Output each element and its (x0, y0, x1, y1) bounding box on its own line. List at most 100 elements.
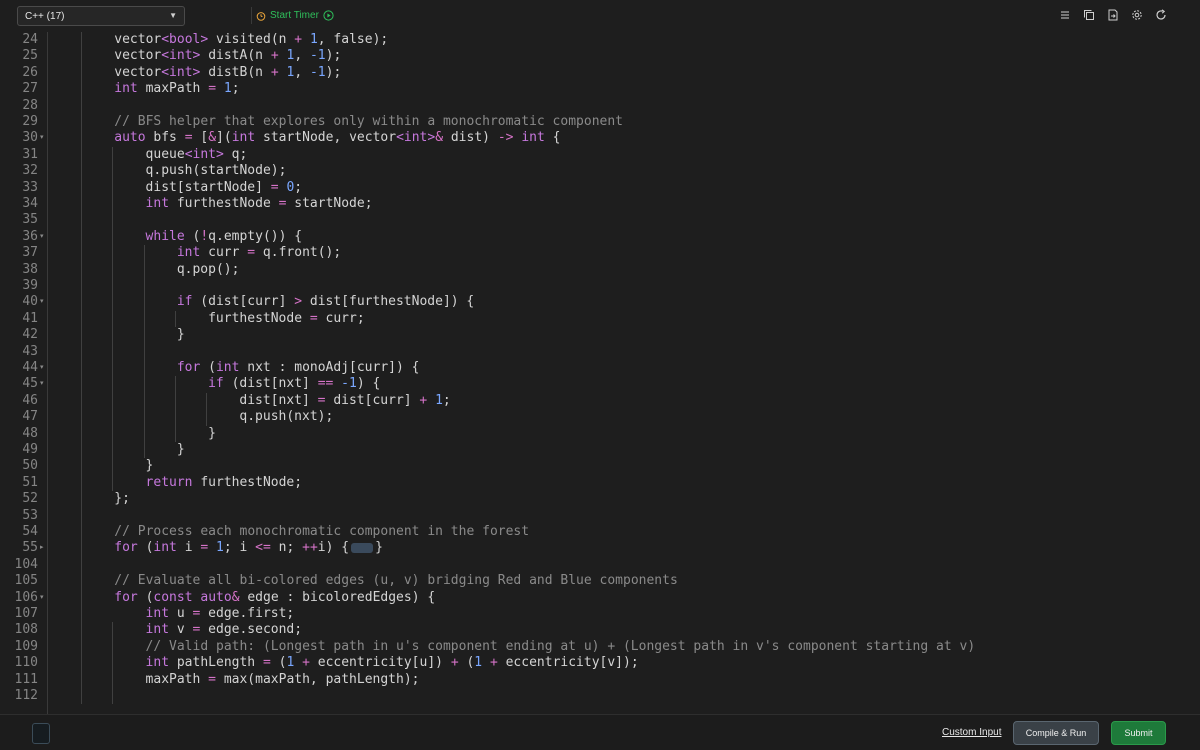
line-number: 108 (14, 622, 38, 638)
copy-icon[interactable] (1082, 8, 1096, 22)
bottom-action-bar: Custom Input Compile & Run Submit (0, 714, 1200, 750)
line-number: 48 (22, 425, 38, 441)
line-number: 38 (22, 261, 38, 277)
format-lines-icon[interactable] (1058, 8, 1072, 22)
line-number: 53 (22, 507, 38, 523)
fold-collapse-icon[interactable]: ▾ (40, 130, 44, 146)
fold-collapse-icon[interactable]: ▾ (40, 376, 44, 392)
code-line[interactable]: if (dist[curr] > dist[furthestNode]) { (53, 294, 1200, 310)
code-line[interactable]: for (const auto& edge : bicoloredEdges) … (53, 590, 1200, 606)
code-line[interactable]: int v = edge.second; (53, 622, 1200, 638)
code-line[interactable]: for (int nxt : monoAdj[curr]) { (53, 360, 1200, 376)
code-line[interactable]: auto bfs = [&](int startNode, vector<int… (53, 130, 1200, 146)
line-number: 36 (22, 228, 38, 244)
code-line[interactable]: } (53, 426, 1200, 442)
indent-guide (112, 146, 114, 492)
editor-toolbar: C++ (17) ▼ Start Timer (0, 0, 1200, 32)
play-circle-icon (323, 10, 334, 21)
code-editor[interactable]: 24 25 26 27 28 29 30 ▾ 31 32 33 34 35 36 ▾ 37 38 39 40 ▾ 41 4… (0, 32, 1200, 714)
code-line[interactable]: int curr = q.front(); (53, 245, 1200, 261)
fold-collapse-icon[interactable]: ▾ (40, 294, 44, 310)
code-line[interactable]: return furthestNode; (53, 475, 1200, 491)
code-line[interactable]: if (dist[nxt] == -1) { (53, 376, 1200, 392)
import-file-icon[interactable] (1106, 8, 1120, 22)
code-line[interactable] (53, 212, 1200, 228)
code-line[interactable]: q.push(startNode); (53, 163, 1200, 179)
code-line[interactable]: // Process each monochromatic component … (53, 524, 1200, 540)
line-number: 104 (14, 556, 38, 572)
code-line[interactable]: // BFS helper that explores only within … (53, 114, 1200, 130)
line-number: 55 (22, 540, 38, 556)
start-timer-button[interactable]: Start Timer (251, 7, 334, 24)
settings-gear-icon[interactable] (1130, 8, 1144, 22)
code-line[interactable]: q.pop(); (53, 262, 1200, 278)
submit-button[interactable]: Submit (1111, 721, 1166, 745)
line-number: 24 (22, 32, 38, 47)
reset-refresh-icon[interactable] (1154, 8, 1168, 22)
line-number: 32 (22, 163, 38, 179)
line-number: 49 (22, 442, 38, 457)
code-line[interactable]: }; (53, 491, 1200, 507)
line-number: 107 (14, 606, 38, 621)
code-line[interactable]: furthestNode = curr; (53, 311, 1200, 327)
line-number: 111 (14, 671, 38, 687)
custom-input-link[interactable]: Custom Input (942, 727, 1001, 738)
line-number: 39 (22, 278, 38, 293)
code-line[interactable]: int furthestNode = startNode; (53, 196, 1200, 212)
code-line[interactable] (53, 508, 1200, 524)
editor-actions (1058, 8, 1168, 22)
code-line[interactable]: int maxPath = 1; (53, 81, 1200, 97)
compile-run-button[interactable]: Compile & Run (1013, 721, 1099, 745)
code-line[interactable]: // Evaluate all bi-colored edges (u, v) … (53, 573, 1200, 589)
line-number: 112 (14, 688, 38, 703)
indent-guide (81, 32, 82, 705)
indent-guide (174, 376, 176, 442)
code-line[interactable]: } (53, 327, 1200, 343)
line-number: 43 (22, 343, 38, 359)
line-number: 51 (22, 474, 38, 490)
code-line[interactable]: while (!q.empty()) { (53, 229, 1200, 245)
fold-expand-icon[interactable]: ▸ (40, 540, 44, 556)
code-line[interactable] (53, 557, 1200, 573)
line-number: 47 (22, 409, 38, 425)
code-line[interactable]: for (int i = 1; i <= n; ++i) {} (53, 540, 1200, 556)
code-line[interactable]: // Valid path: (Longest path in u's comp… (53, 639, 1200, 655)
code-line[interactable] (53, 344, 1200, 360)
fold-collapse-icon[interactable]: ▾ (40, 590, 44, 606)
line-number: 44 (22, 360, 38, 375)
code-line[interactable]: } (53, 458, 1200, 474)
line-number: 33 (22, 179, 38, 195)
line-number: 105 (14, 573, 38, 589)
chevron-down-icon: ▼ (169, 11, 177, 20)
code-line[interactable]: int u = edge.first; (53, 606, 1200, 622)
clock-icon (256, 11, 266, 21)
code-line[interactable]: dist[nxt] = dist[curr] + 1; (53, 393, 1200, 409)
indent-guide (112, 622, 114, 705)
code-line[interactable] (53, 688, 1200, 704)
fold-collapse-icon[interactable]: ▾ (40, 360, 44, 376)
code-line[interactable]: maxPath = max(maxPath, pathLength); (53, 672, 1200, 688)
code-line[interactable] (53, 98, 1200, 114)
code-line[interactable]: dist[startNode] = 0; (53, 180, 1200, 196)
console-toggle-icon[interactable] (32, 723, 50, 744)
code-line[interactable] (53, 278, 1200, 294)
line-number: 35 (22, 212, 38, 228)
fold-collapse-icon[interactable]: ▾ (40, 229, 44, 245)
line-number: 31 (22, 146, 38, 162)
line-number: 28 (22, 97, 38, 113)
language-select[interactable]: C++ (17) ▼ (17, 6, 185, 26)
code-line[interactable]: } (53, 442, 1200, 458)
code-line[interactable]: int pathLength = (1 + eccentricity[u]) +… (53, 655, 1200, 671)
code-line[interactable]: vector<int> distA(n + 1, -1); (53, 48, 1200, 64)
code-line[interactable]: q.push(nxt); (53, 409, 1200, 425)
code-line[interactable]: vector<int> distB(n + 1, -1); (53, 65, 1200, 81)
line-number: 42 (22, 327, 38, 343)
line-number: 109 (14, 638, 38, 654)
indent-guide (206, 392, 208, 426)
line-number: 54 (22, 524, 38, 539)
line-number: 26 (22, 64, 38, 80)
line-number: 34 (22, 196, 38, 211)
code-line[interactable]: vector<bool> visited(n + 1, false); (53, 32, 1200, 48)
line-number: 37 (22, 245, 38, 261)
code-line[interactable]: queue<int> q; (53, 147, 1200, 163)
